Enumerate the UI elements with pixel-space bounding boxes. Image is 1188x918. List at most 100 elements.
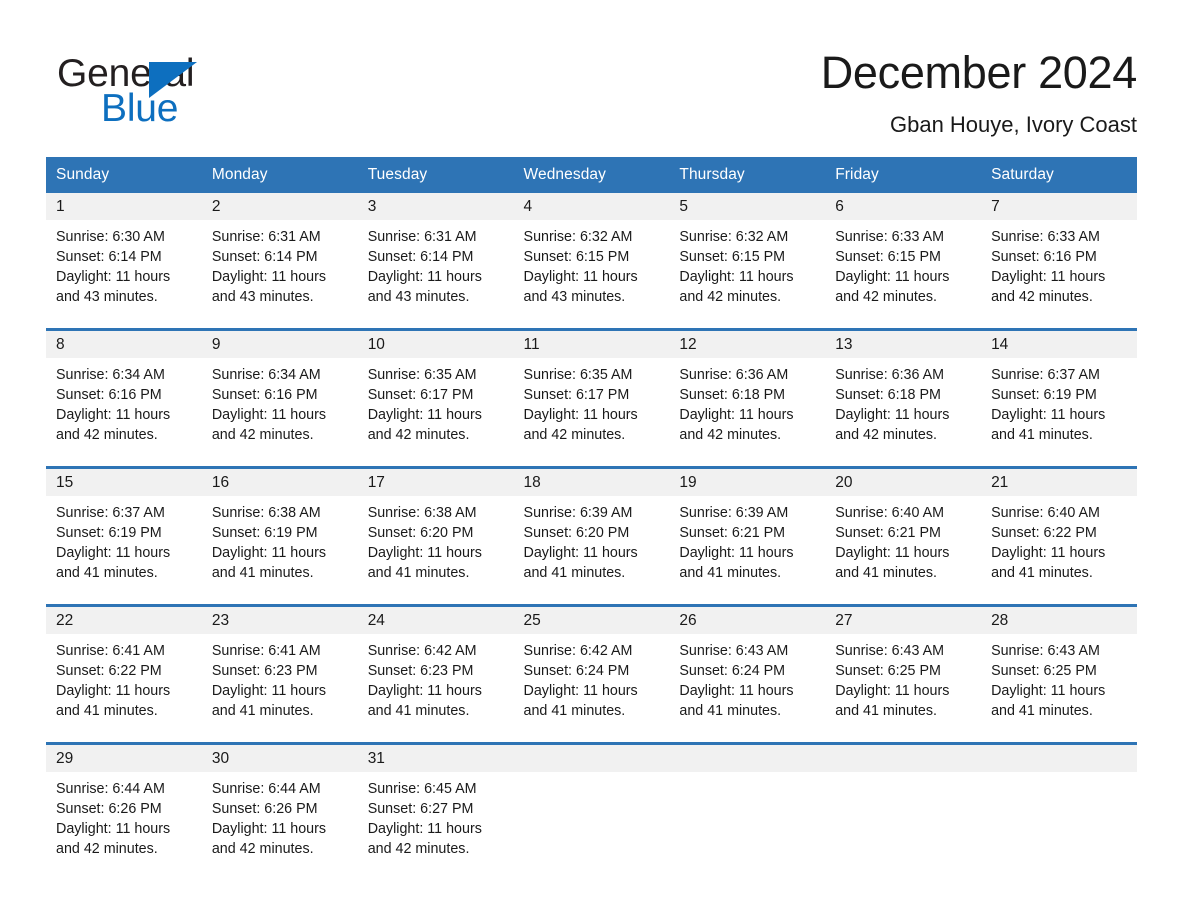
day-details: Sunrise: 6:43 AM Sunset: 6:24 PM Daylight:… bbox=[669, 634, 825, 721]
day-details: Sunrise: 6:31 AM Sunset: 6:14 PM Daylight:… bbox=[358, 220, 514, 307]
daylight-text: Daylight: 11 hours and 42 minutes. bbox=[56, 407, 171, 443]
day-details: Sunrise: 6:43 AM Sunset: 6:25 PM Daylight:… bbox=[825, 634, 981, 721]
daylight-text: Daylight: 11 hours and 41 minutes. bbox=[523, 683, 638, 719]
calendar-day-cell[interactable]: 8 Sunrise: 6:34 AM Sunset: 6:16 PM Daylight… bbox=[46, 328, 202, 468]
day-number: 21 bbox=[981, 469, 1137, 496]
calendar-empty-cell bbox=[513, 742, 670, 880]
sunrise-text: Sunrise: 6:38 AM bbox=[367, 505, 477, 521]
calendar-day-cell[interactable]: 15 Sunrise: 6:37 AM Sunset: 6:19 PM Dayligh… bbox=[46, 466, 202, 606]
calendar-day-cell[interactable]: 10 Sunrise: 6:35 AM Sunset: 6:17 PM Dayligh… bbox=[357, 328, 514, 468]
day-details: Sunrise: 6:40 AM Sunset: 6:21 PM Daylight:… bbox=[825, 496, 981, 583]
day-details: Sunrise: 6:42 AM Sunset: 6:24 PM Daylight:… bbox=[514, 634, 670, 721]
daylight-text: Daylight: 11 hours and 41 minutes. bbox=[523, 545, 638, 581]
calendar-day-cell[interactable]: 13 Sunrise: 6:36 AM Sunset: 6:18 PM Dayligh… bbox=[825, 328, 982, 468]
day-number bbox=[825, 745, 982, 772]
sunrise-text: Sunrise: 6:37 AM bbox=[56, 505, 165, 521]
weekday-header-monday: Monday bbox=[201, 157, 358, 193]
sunrise-text: Sunrise: 6:31 AM bbox=[367, 229, 477, 245]
calendar-day-cell[interactable]: 5 Sunrise: 6:32 AM Sunset: 6:15 PM Daylight… bbox=[669, 193, 826, 330]
calendar-day-cell[interactable]: 23 Sunrise: 6:41 AM Sunset: 6:23 PM Dayligh… bbox=[201, 604, 358, 744]
calendar-day-cell[interactable]: 6 Sunrise: 6:33 AM Sunset: 6:15 PM Daylight… bbox=[825, 193, 982, 330]
day-number: 4 bbox=[513, 193, 670, 220]
calendar-day-cell[interactable]: 2 Sunrise: 6:31 AM Sunset: 6:14 PM Daylight… bbox=[201, 193, 358, 330]
sunset-text: Sunset: 6:18 PM bbox=[835, 387, 941, 403]
calendar-day-cell[interactable]: 16 Sunrise: 6:38 AM Sunset: 6:19 PM Dayligh… bbox=[201, 466, 358, 606]
daylight-text: Daylight: 11 hours and 41 minutes. bbox=[211, 683, 327, 719]
calendar-day-cell[interactable]: 14 Sunrise: 6:37 AM Sunset: 6:19 PM Dayligh… bbox=[981, 328, 1137, 468]
weekday-header-saturday: Saturday bbox=[981, 157, 1137, 193]
weekday-header-friday: Friday bbox=[825, 157, 982, 193]
day-details: Sunrise: 6:39 AM Sunset: 6:21 PM Daylight:… bbox=[669, 496, 825, 583]
daylight-text: Daylight: 11 hours and 41 minutes. bbox=[367, 683, 482, 719]
day-number: 23 bbox=[201, 607, 358, 634]
daylight-text: Daylight: 11 hours and 42 minutes. bbox=[835, 407, 950, 443]
sunset-text: Sunset: 6:24 PM bbox=[679, 663, 786, 679]
daylight-text: Daylight: 11 hours and 42 minutes. bbox=[367, 407, 482, 443]
calendar-day-cell[interactable]: 29 Sunrise: 6:44 AM Sunset: 6:26 PM Dayligh… bbox=[46, 742, 202, 880]
daylight-text: Daylight: 11 hours and 41 minutes. bbox=[679, 545, 794, 581]
calendar-day-cell[interactable]: 9 Sunrise: 6:34 AM Sunset: 6:16 PM Daylight… bbox=[201, 328, 358, 468]
daylight-text: Daylight: 11 hours and 43 minutes. bbox=[523, 269, 638, 305]
calendar-day-cell[interactable]: 11 Sunrise: 6:35 AM Sunset: 6:17 PM Dayligh… bbox=[513, 328, 670, 468]
sunrise-text: Sunrise: 6:36 AM bbox=[835, 367, 945, 383]
sunrise-text: Sunrise: 6:44 AM bbox=[211, 781, 321, 797]
calendar-day-cell[interactable]: 26 Sunrise: 6:43 AM Sunset: 6:24 PM Dayligh… bbox=[669, 604, 826, 744]
calendar-day-cell[interactable]: 31 Sunrise: 6:45 AM Sunset: 6:27 PM Dayligh… bbox=[357, 742, 514, 880]
day-number: 28 bbox=[981, 607, 1137, 634]
day-number: 22 bbox=[46, 607, 202, 634]
sunset-text: Sunset: 6:23 PM bbox=[211, 663, 318, 679]
calendar-day-cell[interactable]: 27 Sunrise: 6:43 AM Sunset: 6:25 PM Dayligh… bbox=[825, 604, 982, 744]
day-number: 8 bbox=[46, 331, 202, 358]
sunset-text: Sunset: 6:15 PM bbox=[679, 249, 786, 265]
day-number bbox=[669, 745, 826, 772]
calendar-day-cell[interactable]: 24 Sunrise: 6:42 AM Sunset: 6:23 PM Dayligh… bbox=[357, 604, 514, 744]
sunset-text: Sunset: 6:14 PM bbox=[367, 249, 474, 265]
daylight-text: Daylight: 11 hours and 42 minutes. bbox=[523, 407, 638, 443]
page-header: General Blue December 2024 Gban Houye, I… bbox=[0, 0, 1188, 152]
calendar-day-cell[interactable]: 19 Sunrise: 6:39 AM Sunset: 6:21 PM Dayligh… bbox=[669, 466, 826, 606]
calendar-day-cell[interactable]: 18 Sunrise: 6:39 AM Sunset: 6:20 PM Dayligh… bbox=[513, 466, 670, 606]
sunrise-text: Sunrise: 6:33 AM bbox=[835, 229, 945, 245]
calendar-day-cell[interactable]: 25 Sunrise: 6:42 AM Sunset: 6:24 PM Dayligh… bbox=[513, 604, 670, 744]
calendar-page: General Blue December 2024 Gban Houye, I… bbox=[0, 0, 1188, 918]
calendar-week-row: 1 Sunrise: 6:30 AM Sunset: 6:14 PM Daylight… bbox=[46, 193, 1137, 330]
calendar-day-cell[interactable]: 7 Sunrise: 6:33 AM Sunset: 6:16 PM Daylight… bbox=[981, 193, 1137, 330]
day-details: Sunrise: 6:36 AM Sunset: 6:18 PM Daylight:… bbox=[669, 358, 825, 445]
day-details: Sunrise: 6:32 AM Sunset: 6:15 PM Daylight:… bbox=[514, 220, 670, 307]
calendar-day-cell[interactable]: 22 Sunrise: 6:41 AM Sunset: 6:22 PM Dayligh… bbox=[46, 604, 202, 744]
sunset-text: Sunset: 6:20 PM bbox=[523, 525, 630, 541]
day-details: Sunrise: 6:30 AM Sunset: 6:14 PM Daylight:… bbox=[46, 220, 202, 307]
sunset-text: Sunset: 6:16 PM bbox=[211, 387, 318, 403]
day-number: 16 bbox=[201, 469, 358, 496]
sunrise-text: Sunrise: 6:40 AM bbox=[835, 505, 945, 521]
day-number: 6 bbox=[825, 193, 982, 220]
calendar-day-cell[interactable]: 4 Sunrise: 6:32 AM Sunset: 6:15 PM Daylight… bbox=[513, 193, 670, 330]
calendar-day-cell[interactable]: 20 Sunrise: 6:40 AM Sunset: 6:21 PM Dayligh… bbox=[825, 466, 982, 606]
sunset-text: Sunset: 6:25 PM bbox=[991, 663, 1097, 679]
calendar-table: Sunday Monday Tuesday Wednesday Thursday… bbox=[46, 157, 1137, 880]
calendar-day-cell[interactable]: 17 Sunrise: 6:38 AM Sunset: 6:20 PM Dayligh… bbox=[357, 466, 514, 606]
calendar-day-cell[interactable]: 28 Sunrise: 6:43 AM Sunset: 6:25 PM Dayligh… bbox=[981, 604, 1137, 744]
logo-text-blue: Blue bbox=[101, 87, 179, 130]
day-number: 5 bbox=[669, 193, 826, 220]
calendar-day-cell[interactable]: 12 Sunrise: 6:36 AM Sunset: 6:18 PM Dayligh… bbox=[669, 328, 826, 468]
calendar-day-cell[interactable]: 3 Sunrise: 6:31 AM Sunset: 6:14 PM Daylight… bbox=[357, 193, 514, 330]
day-number: 15 bbox=[46, 469, 202, 496]
sunrise-text: Sunrise: 6:40 AM bbox=[991, 505, 1100, 521]
sunset-text: Sunset: 6:19 PM bbox=[56, 525, 162, 541]
calendar-day-cell[interactable]: 21 Sunrise: 6:40 AM Sunset: 6:22 PM Dayligh… bbox=[981, 466, 1137, 606]
day-number: 9 bbox=[201, 331, 358, 358]
calendar-day-cell[interactable]: 30 Sunrise: 6:44 AM Sunset: 6:26 PM Dayligh… bbox=[201, 742, 358, 880]
day-number: 26 bbox=[669, 607, 826, 634]
daylight-text: Daylight: 11 hours and 41 minutes. bbox=[56, 545, 171, 581]
calendar-empty-cell bbox=[669, 742, 826, 880]
calendar-day-cell[interactable]: 1 Sunrise: 6:30 AM Sunset: 6:14 PM Daylight… bbox=[46, 193, 202, 330]
sunrise-text: Sunrise: 6:39 AM bbox=[679, 505, 789, 521]
day-details: Sunrise: 6:37 AM Sunset: 6:19 PM Daylight:… bbox=[46, 496, 202, 583]
day-number: 17 bbox=[357, 469, 514, 496]
calendar-week-row: 8 Sunrise: 6:34 AM Sunset: 6:16 PM Daylight… bbox=[46, 328, 1137, 468]
day-details: Sunrise: 6:35 AM Sunset: 6:17 PM Daylight:… bbox=[358, 358, 514, 445]
day-number: 27 bbox=[825, 607, 982, 634]
day-number: 11 bbox=[513, 331, 670, 358]
day-details: Sunrise: 6:31 AM Sunset: 6:14 PM Daylight:… bbox=[202, 220, 358, 307]
